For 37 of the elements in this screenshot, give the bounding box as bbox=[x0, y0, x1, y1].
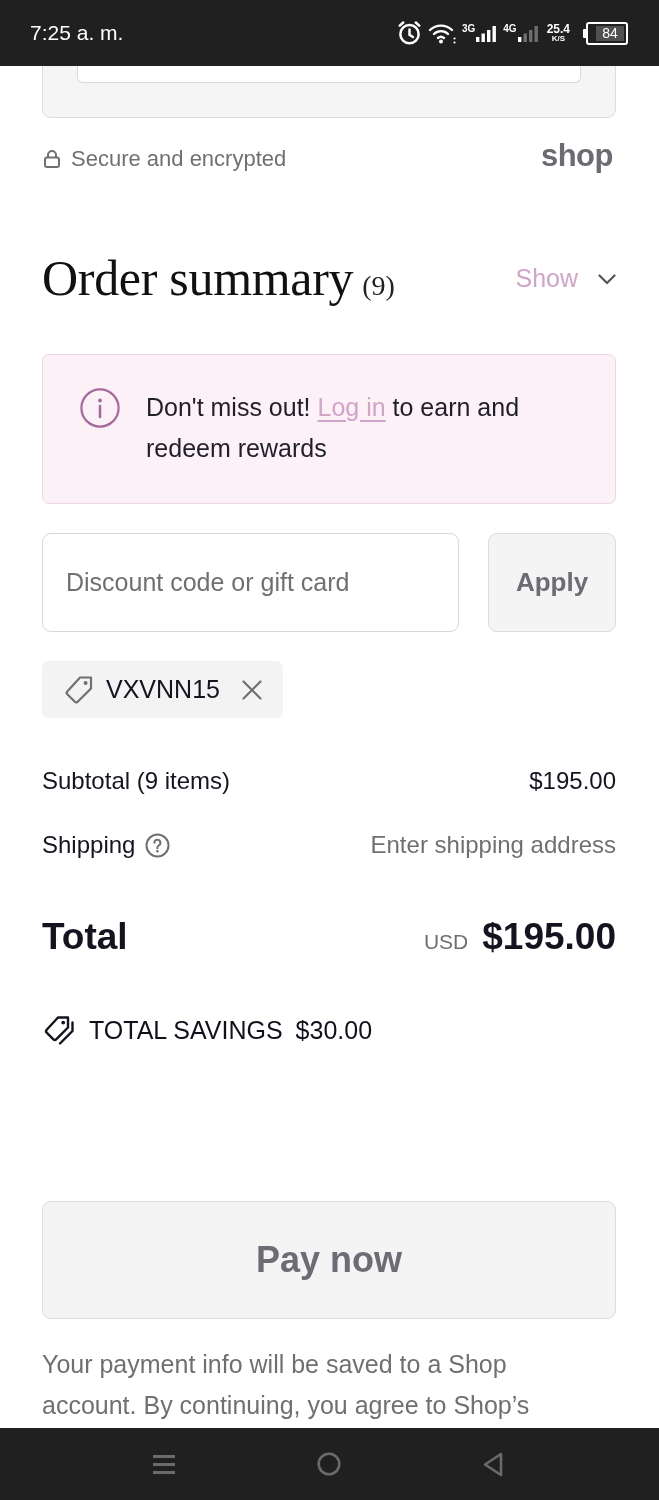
alarm-icon bbox=[397, 21, 421, 45]
back-icon[interactable] bbox=[482, 1451, 503, 1477]
network-type-text: 3G bbox=[461, 22, 476, 34]
savings-amount: $30.00 bbox=[295, 1015, 373, 1045]
menu-icon[interactable] bbox=[152, 1453, 176, 1475]
tag-icon bbox=[63, 673, 95, 706]
rewards-notice-text: Don't miss out! Log in to earn and redeem rewards bbox=[146, 392, 521, 464]
summary-label: Shipping bbox=[42, 831, 136, 859]
home-icon[interactable] bbox=[317, 1452, 341, 1476]
shop-logo: shop bbox=[540, 138, 613, 174]
savings-label: TOTAL SAVINGS bbox=[89, 1015, 283, 1045]
order-summary-title: Order summary bbox=[42, 249, 354, 307]
speed-unit-text: K/S bbox=[551, 35, 565, 43]
secure-note-text: Secure and encrypted bbox=[71, 146, 287, 172]
total-label: Total bbox=[42, 916, 128, 958]
network-speed-text: 25.4 bbox=[546, 23, 570, 35]
currency-code: USD bbox=[423, 930, 469, 954]
lock-icon bbox=[44, 150, 60, 168]
wifi-icon bbox=[427, 22, 456, 44]
legal-text: Your payment info will be saved to a Shop account. By continuing, you agree to Shop’s bbox=[42, 1349, 531, 1421]
input-field[interactable] bbox=[77, 66, 581, 83]
network-type-text: 4G bbox=[503, 22, 517, 34]
tags-icon bbox=[44, 1014, 76, 1046]
total-amount: $195.00 bbox=[482, 916, 616, 958]
summary-value: $195.00 bbox=[529, 767, 616, 795]
discount-code-text: VXVNN15 bbox=[106, 675, 220, 704]
signal-icon bbox=[516, 24, 539, 42]
item-count-text: (9) bbox=[362, 270, 395, 302]
battery-indicator: 84 bbox=[583, 21, 628, 45]
summary-value: Enter shipping address bbox=[370, 831, 616, 859]
summary-label: Subtotal (9 items) bbox=[42, 767, 231, 795]
help-icon[interactable] bbox=[145, 832, 171, 858]
discount-code-field[interactable]: Discount code or gift card bbox=[42, 533, 459, 632]
info-icon bbox=[80, 388, 120, 428]
signal-icon bbox=[475, 24, 498, 42]
status-time: 7:25 a. m. bbox=[30, 21, 124, 45]
close-icon[interactable] bbox=[241, 679, 262, 700]
